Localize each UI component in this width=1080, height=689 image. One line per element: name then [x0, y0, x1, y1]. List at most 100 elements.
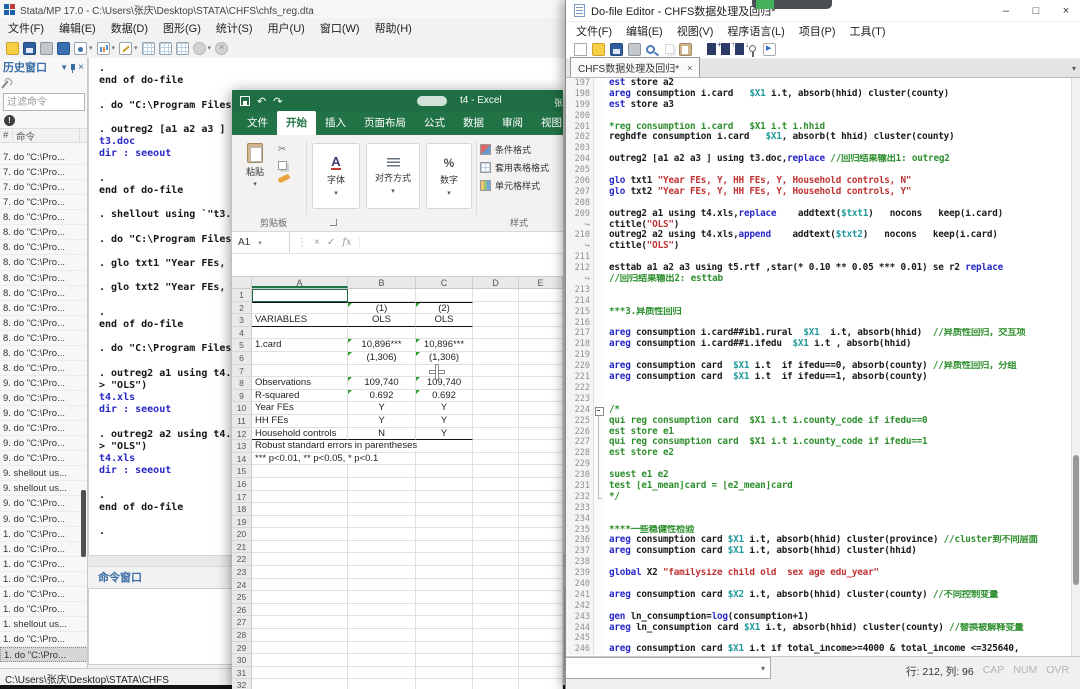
column-header-E[interactable]: E	[519, 277, 563, 288]
row-header-7[interactable]: 7	[232, 365, 252, 378]
history-row[interactable]: 9. do "C:\Pro...	[0, 451, 88, 466]
excel-cell[interactable]: OLS	[348, 314, 416, 327]
excel-cell[interactable]	[348, 541, 416, 554]
excel-cell[interactable]	[252, 579, 348, 592]
excel-cell[interactable]	[473, 453, 519, 466]
code-line[interactable]: 246areg consumption card $X1 i.t if tota…	[566, 644, 1072, 655]
history-row[interactable]: 8. do "C:\Pro...	[0, 301, 88, 316]
stata-menu-item[interactable]: 帮助(H)	[375, 20, 412, 36]
excel-cell[interactable]: 10,896***	[348, 339, 416, 352]
excel-cell[interactable]	[473, 604, 519, 617]
excel-cell[interactable]	[473, 440, 519, 453]
redo-icon[interactable]: ↷	[273, 95, 282, 108]
cancel-icon[interactable]: ×	[314, 237, 320, 248]
code-line[interactable]: 228est store e2	[566, 448, 1072, 459]
excel-cell[interactable]	[473, 566, 519, 579]
excel-cell[interactable]	[519, 327, 563, 340]
excel-cell[interactable]	[416, 566, 473, 579]
row-header-2[interactable]: 2	[232, 302, 252, 315]
excel-cell[interactable]	[252, 491, 348, 504]
excel-cell[interactable]	[348, 654, 416, 667]
excel-cell[interactable]	[416, 642, 473, 655]
excel-cell[interactable]: Y	[416, 402, 473, 415]
code-line[interactable]: ↪ctitle("OLS")	[566, 220, 1072, 231]
row-header-21[interactable]: 21	[232, 541, 252, 554]
excel-tab-公式[interactable]: 公式	[415, 111, 454, 135]
excel-cell[interactable]: 1.card	[252, 339, 348, 352]
row-header-15[interactable]: 15	[232, 465, 252, 478]
code-line[interactable]: 209outreg2 a1 using t4.xls,replace addte…	[566, 209, 1072, 220]
chevron-down-icon[interactable]: ▾	[112, 44, 116, 52]
excel-cell[interactable]	[519, 302, 563, 315]
code-line[interactable]: 213	[566, 285, 1072, 296]
excel-cell[interactable]: *** p<0.01, ** p<0.05, * p<0.1	[252, 453, 348, 466]
excel-cell[interactable]	[473, 352, 519, 365]
code-line[interactable]: 236areg consumption card $X1 i.t, absorb…	[566, 535, 1072, 546]
dofile-menu-item[interactable]: 文件(F)	[576, 23, 612, 39]
execute-icon[interactable]	[763, 43, 776, 56]
excel-cell[interactable]	[348, 516, 416, 529]
excel-cell[interactable]	[473, 491, 519, 504]
dofile-editor-icon[interactable]	[119, 42, 132, 55]
excel-cell[interactable]	[473, 642, 519, 655]
save-icon[interactable]	[610, 43, 623, 56]
cut-icon[interactable]: ✂	[278, 145, 286, 155]
row-header-3[interactable]: 3	[232, 314, 252, 327]
history-row[interactable]: 9. do "C:\Pro...	[0, 391, 88, 406]
excel-cell[interactable]	[252, 302, 348, 315]
close-panel-icon[interactable]: ×	[78, 62, 84, 73]
excel-cell[interactable]	[519, 390, 563, 403]
data-browser-icon[interactable]	[159, 42, 172, 55]
maximize-button[interactable]: □	[1021, 0, 1051, 22]
copy-icon[interactable]	[665, 44, 674, 54]
code-line[interactable]: 233	[566, 503, 1072, 514]
history-row[interactable]: 1. do "C:\Pro...	[0, 542, 88, 557]
code-editor[interactable]: 197est store a2198areg consumption i.car…	[566, 78, 1072, 656]
history-row[interactable]: 8. do "C:\Pro...	[0, 271, 88, 286]
history-row[interactable]: 8. do "C:\Pro...	[0, 346, 88, 361]
code-line[interactable]: 245	[566, 633, 1072, 644]
excel-tab-审阅[interactable]: 审阅	[493, 111, 532, 135]
excel-cell[interactable]	[473, 528, 519, 541]
code-line[interactable]: 211	[566, 252, 1072, 263]
excel-cell[interactable]	[519, 365, 563, 378]
history-row[interactable]: 9. shellout us...	[0, 481, 88, 496]
excel-cell[interactable]	[416, 667, 473, 680]
excel-cell[interactable]: Household controls	[252, 428, 348, 441]
excel-cell[interactable]	[348, 327, 416, 340]
minimize-button[interactable]: –	[991, 0, 1021, 22]
excel-cell[interactable]	[252, 528, 348, 541]
excel-tab-页面布局[interactable]: 页面布局	[355, 111, 415, 135]
row-header-29[interactable]: 29	[232, 642, 252, 655]
excel-cell[interactable]	[416, 654, 473, 667]
code-line[interactable]: 224/*	[566, 405, 1072, 416]
history-row[interactable]: 1. do "C:\Pro...	[0, 602, 88, 617]
excel-cell[interactable]	[473, 377, 519, 390]
excel-cell[interactable]	[519, 503, 563, 516]
history-row[interactable]: 7. do "C:\Pro...	[0, 165, 88, 180]
save-icon[interactable]	[240, 96, 250, 106]
chevron-down-icon[interactable]: ▾	[134, 44, 138, 52]
history-row[interactable]: 1. do "C:\Pro...	[0, 587, 88, 602]
alignment-group-button[interactable]: 对齐方式 ▾	[366, 143, 420, 209]
excel-cell[interactable]	[519, 642, 563, 655]
row-header-20[interactable]: 20	[232, 528, 252, 541]
history-row[interactable]: 8. do "C:\Pro...	[0, 225, 88, 240]
excel-cell[interactable]	[473, 428, 519, 441]
dofile-menu-item[interactable]: 编辑(E)	[626, 23, 663, 39]
excel-cell[interactable]	[519, 314, 563, 327]
code-line[interactable]: 239global X2 "familysize child old sex a…	[566, 568, 1072, 579]
excel-cell[interactable]	[473, 402, 519, 415]
excel-cell[interactable]	[519, 591, 563, 604]
paste-icon[interactable]	[679, 43, 692, 56]
excel-cell[interactable]	[252, 503, 348, 516]
close-tab-icon[interactable]: ×	[687, 63, 692, 73]
stata-menu-item[interactable]: 窗口(W)	[320, 20, 360, 36]
dofile-menu-item[interactable]: 工具(T)	[850, 23, 886, 39]
excel-cell[interactable]	[519, 453, 563, 466]
history-row[interactable]: 9. do "C:\Pro...	[0, 496, 88, 511]
row-header-30[interactable]: 30	[232, 654, 252, 667]
data-editor-icon[interactable]	[142, 42, 155, 55]
excel-cell[interactable]	[519, 478, 563, 491]
code-line[interactable]: 199est store a3	[566, 100, 1072, 111]
